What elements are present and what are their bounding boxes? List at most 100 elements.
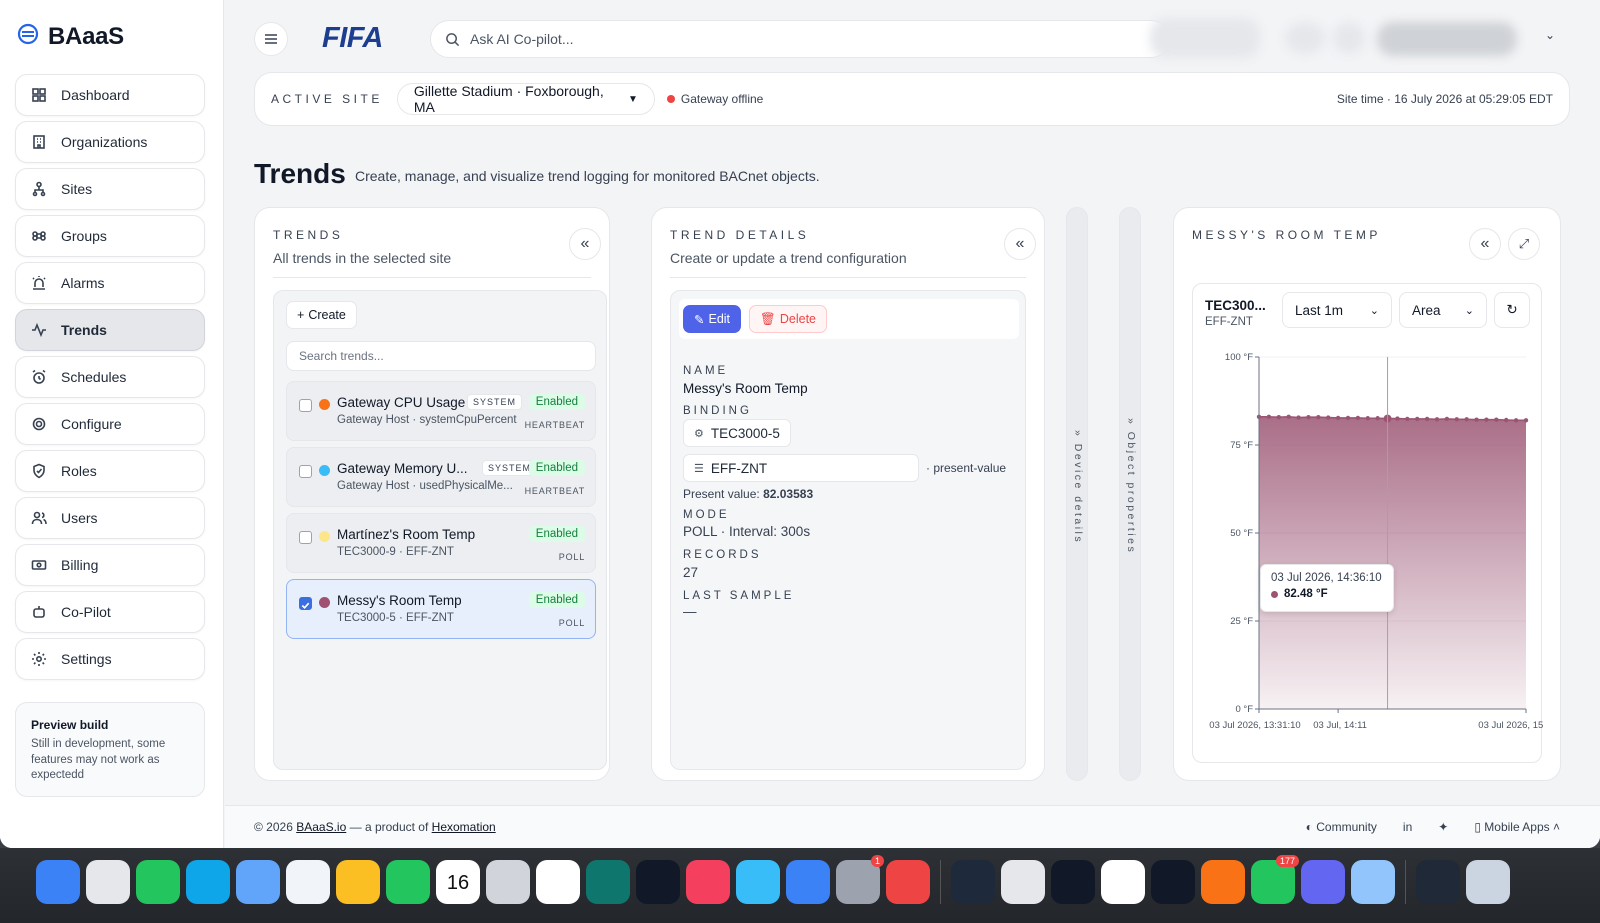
messages-icon[interactable] [136, 860, 180, 904]
contacts-icon[interactable] [486, 860, 530, 904]
data-point [1424, 416, 1430, 422]
data-point [1484, 417, 1489, 422]
trend-color-dot [319, 399, 330, 410]
trend-area-chart[interactable]: 0 °F 25 °F 50 °F 75 °F 100 °F 03 Jul 2026, 13… [1193, 339, 1543, 759]
pdf-app-icon[interactable] [886, 860, 930, 904]
reminders-icon[interactable] [536, 860, 580, 904]
device-details-drawer[interactable]: » Device details [1066, 207, 1088, 781]
maps-icon[interactable] [286, 860, 330, 904]
trend-source: TEC3000-9 · EFF-ZNT [337, 546, 454, 558]
sidebar-item-organizations[interactable]: Organizations [15, 121, 205, 163]
sidebar-item-alarms[interactable]: Alarms [15, 262, 205, 304]
calendar-icon[interactable]: 16 [436, 860, 480, 904]
expand-chart-button[interactable]: ⤢ [1508, 228, 1540, 260]
brand[interactable]: BAaaS [16, 22, 124, 51]
mac-icon[interactable] [1351, 860, 1395, 904]
sidebar-item-label: Configure [61, 416, 122, 432]
whatsapp-icon[interactable]: 177 [1251, 855, 1299, 904]
site-select[interactable]: Gillette Stadium · Foxborough, MA ▼ [396, 83, 655, 115]
mail-icon[interactable] [236, 860, 280, 904]
trend-checkbox[interactable] [299, 399, 312, 412]
trend-checkbox[interactable] [299, 531, 312, 544]
trend-name: Martínez's Room Temp [337, 527, 476, 542]
sidebar-item-users[interactable]: Users [15, 497, 205, 539]
sidebar-item-groups[interactable]: Groups [15, 215, 205, 257]
object-properties-drawer[interactable]: » Object properties [1119, 207, 1141, 781]
sidebar-item-dashboard[interactable]: Dashboard [15, 74, 205, 116]
community-link[interactable]: ◐ Community [1306, 820, 1377, 834]
freeform-icon[interactable] [586, 860, 630, 904]
collapse-details-button[interactable]: « [1004, 228, 1036, 260]
mobile-apps-link[interactable]: ▯ Mobile Apps ˄ [1474, 820, 1560, 834]
trend-row[interactable]: Messy's Room Temp TEC3000-5 · EFF-ZNT En… [286, 579, 596, 639]
sidebar-item-label: Dashboard [61, 87, 130, 103]
sidebar-item-trends[interactable]: Trends [15, 309, 205, 351]
chart-type-select[interactable]: Area ⌄ [1399, 292, 1487, 328]
music-icon[interactable] [686, 860, 730, 904]
xcode-like-icon[interactable] [951, 860, 995, 904]
trend-row[interactable]: Martínez's Room Temp TEC3000-9 · EFF-ZNT… [286, 513, 596, 573]
data-point [1316, 414, 1321, 420]
sidebar-item-co-pilot[interactable]: Co-Pilot [15, 591, 205, 633]
menu-toggle-button[interactable] [254, 22, 288, 56]
sidebar-item-label: Alarms [61, 275, 105, 291]
app-store-connect-icon[interactable] [1001, 860, 1045, 904]
device-chip[interactable]: ⚙ TEC3000-5 [683, 419, 791, 447]
facetime-icon[interactable] [386, 860, 430, 904]
chevron-down-icon[interactable]: ⌄ [1545, 28, 1555, 42]
launchpad-icon[interactable] [86, 860, 130, 904]
chatgpt-icon[interactable] [1151, 860, 1195, 904]
status-badge: Enabled [528, 460, 585, 476]
twitter-icon[interactable]: ✦ [1438, 820, 1448, 834]
trash-icon[interactable] [1466, 860, 1510, 904]
present-value-label: Present value: [683, 487, 760, 501]
search-icon [446, 32, 460, 46]
copilot-search[interactable]: Ask AI Co-pilot... [430, 20, 1170, 58]
trend-checkbox[interactable] [299, 465, 312, 478]
search-trends-input[interactable]: Search trends... [286, 341, 596, 371]
sidebar-item-sites[interactable]: Sites [15, 168, 205, 210]
keynote-icon[interactable] [736, 860, 780, 904]
data-point [1415, 416, 1420, 422]
shield-icon [33, 463, 45, 479]
collapse-trends-button[interactable]: « [569, 228, 601, 260]
sidebar-item-roles[interactable]: Roles [15, 450, 205, 492]
finder-icon[interactable] [36, 860, 80, 904]
safari-icon[interactable] [186, 860, 230, 904]
data-point [1365, 416, 1370, 421]
system-settings-icon[interactable]: 1 [836, 855, 884, 904]
trend-row[interactable]: Gateway Memory U... SYSTEM Gateway Host … [286, 447, 596, 507]
phone-mirror-icon[interactable] [1416, 860, 1460, 904]
chrome-icon[interactable] [1101, 860, 1145, 904]
siren-icon [32, 276, 46, 290]
trend-checkbox[interactable] [299, 597, 312, 610]
terminal-icon[interactable] [1051, 860, 1095, 904]
data-point [1494, 417, 1499, 422]
edit-button[interactable]: ✎ Edit [683, 305, 742, 333]
teams-icon[interactable] [1301, 860, 1345, 904]
company-link[interactable]: Hexomation [432, 820, 496, 834]
refresh-button[interactable]: ↻ [1494, 292, 1530, 328]
status-badge: Enabled [528, 394, 585, 410]
user-menu[interactable] [1377, 22, 1517, 56]
org-logo[interactable]: FIFA [322, 22, 383, 55]
tv-icon[interactable] [636, 860, 680, 904]
trend-row[interactable]: Gateway CPU Usage SYSTEM Gateway Host · … [286, 381, 596, 441]
sidebar-item-settings[interactable]: Settings [15, 638, 205, 680]
photos-icon[interactable] [336, 860, 380, 904]
present-value-number: 82.03583 [763, 487, 814, 501]
sidebar-item-schedules[interactable]: Schedules [15, 356, 205, 398]
sidebar-item-billing[interactable]: Billing [15, 544, 205, 586]
sublime-icon[interactable] [1201, 860, 1245, 904]
collapse-chart-button[interactable]: « [1469, 228, 1501, 260]
site-link[interactable]: BAaaS.io [296, 820, 346, 834]
object-chip[interactable]: ☰ EFF-ZNT [683, 454, 919, 482]
brand-name: BAaaS [48, 22, 124, 50]
linkedin-icon[interactable]: in [1403, 820, 1412, 834]
delete-button[interactable]: 🗑 Delete [749, 305, 828, 333]
create-trend-button[interactable]: + Create [286, 301, 357, 329]
app-store-icon[interactable] [786, 860, 830, 904]
data-point [1276, 414, 1281, 420]
sidebar-item-configure[interactable]: Configure [15, 403, 205, 445]
range-select[interactable]: Last 1m ⌄ [1282, 292, 1392, 328]
